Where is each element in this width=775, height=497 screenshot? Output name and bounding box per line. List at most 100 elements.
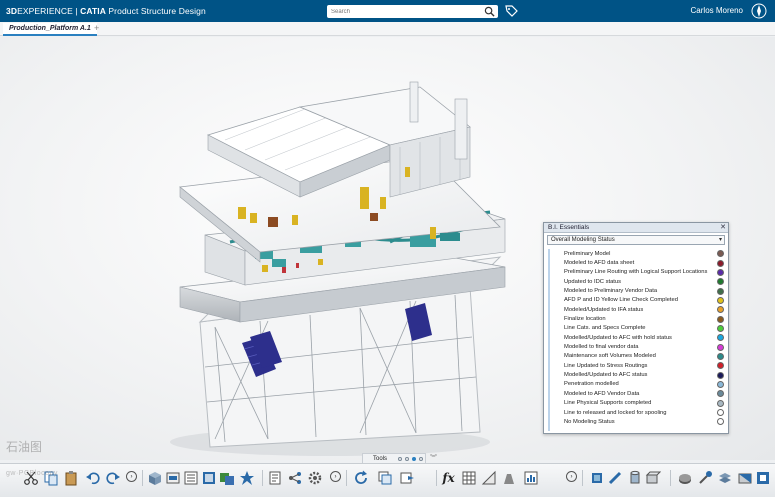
render-icon[interactable]: [200, 469, 217, 486]
cube-icon[interactable]: [146, 469, 163, 486]
analysis-icon[interactable]: [522, 469, 539, 486]
legend-item-label: AFD P and ID Yellow Line Check Completed: [564, 297, 678, 304]
legend-item[interactable]: No Modeling Status: [564, 417, 726, 426]
legend-item[interactable]: Updated to IDC status: [564, 277, 726, 286]
bi-panel-title-text: B.I. Essentials: [548, 224, 590, 231]
legend-item[interactable]: Modeled to Preliminary Vendor Data: [564, 286, 726, 295]
stack-icon[interactable]: [716, 469, 733, 486]
legend-item[interactable]: Preliminary Model: [564, 249, 726, 258]
bi-essentials-panel[interactable]: B.I. Essentials ✕ Overall Modeling Statu…: [543, 222, 729, 434]
legend-color-swatch: [717, 306, 724, 314]
tools-tab[interactable]: Tools: [362, 453, 426, 463]
pipe-icon[interactable]: [588, 469, 605, 486]
top-bar: 3DEXPERIENCE | CATIA Product Structure D…: [0, 0, 775, 22]
table-icon[interactable]: [460, 469, 477, 486]
legend-item[interactable]: Modelled to final vendor data: [564, 342, 726, 351]
structure-icon[interactable]: [286, 469, 303, 486]
legend-item-label: Line Cats. and Specs Complete: [564, 325, 646, 332]
legend-item-label: Modelled/Updated to AFC with hold status: [564, 334, 672, 341]
legend-item[interactable]: Modeled to AFD Vendor Data: [564, 389, 726, 398]
legend-item[interactable]: Modelled/Updated to AFC with hold status: [564, 333, 726, 342]
tab-production-platform[interactable]: Production_Platform A.1: [3, 23, 97, 36]
pen-icon[interactable]: [606, 469, 623, 486]
cylinder-icon[interactable]: [626, 469, 643, 486]
refresh-icon[interactable]: [352, 469, 369, 486]
solid-icon[interactable]: [644, 469, 661, 486]
material-icon[interactable]: [676, 469, 693, 486]
watermark-logo: 石油图: [6, 440, 43, 454]
legend-item[interactable]: Finalize location: [564, 314, 726, 323]
legend-item[interactable]: Modeled to AFD data sheet: [564, 258, 726, 267]
paste-icon[interactable]: [62, 469, 79, 486]
legend-item-label: Modelled to final vendor data: [564, 344, 639, 351]
measure-icon[interactable]: [480, 469, 497, 486]
chevron-down-icon[interactable]: ︾: [430, 453, 437, 463]
properties-icon[interactable]: [266, 469, 283, 486]
legend-item[interactable]: Line Cats. and Specs Complete: [564, 324, 726, 333]
legend-item-label: Modelled/Updated to AFC status: [564, 372, 648, 379]
legend-item[interactable]: Penetration modelled: [564, 380, 726, 389]
tag-icon[interactable]: [504, 4, 518, 18]
legend-item[interactable]: AFD P and ID Yellow Line Check Completed: [564, 296, 726, 305]
legend-item-label: Penetration modelled: [564, 381, 619, 388]
more-icon[interactable]: ›: [126, 471, 137, 482]
brand-role: Product Structure Design: [105, 6, 206, 16]
export-icon[interactable]: [398, 469, 415, 486]
legend-item-label: Modeled to AFD data sheet: [564, 260, 635, 267]
legend-item-label: Modeled to AFD Vendor Data: [564, 390, 640, 397]
legend-item[interactable]: Modeled/Updated to IFA status: [564, 305, 726, 314]
legend-color-swatch: [717, 334, 724, 342]
legend-item[interactable]: Line Physical Supports completed: [564, 399, 726, 408]
cross-section-icon[interactable]: [736, 469, 753, 486]
more-icon[interactable]: ›: [566, 471, 577, 482]
legend-item[interactable]: Line to released and locked for spooling: [564, 408, 726, 417]
legend-item-label: Maintenance soft Volumes Modeled: [564, 353, 656, 360]
legend-color-swatch: [717, 380, 724, 388]
legend-item[interactable]: Modelled/Updated to AFC status: [564, 370, 726, 379]
legend-item[interactable]: Preliminary Line Routing with Logical Su…: [564, 268, 726, 277]
formula-icon[interactable]: fx: [440, 469, 457, 486]
bi-panel-title[interactable]: B.I. Essentials ✕: [544, 223, 728, 233]
tree-icon[interactable]: [182, 469, 199, 486]
paint-icon[interactable]: [696, 469, 713, 486]
legend-color-swatch: [717, 296, 724, 304]
mass-icon[interactable]: [500, 469, 517, 486]
legend-color-swatch: [717, 315, 724, 323]
legend-item[interactable]: Line Updated to Stress Routings: [564, 361, 726, 370]
user-name[interactable]: Carlos Moreno: [691, 6, 743, 15]
undo-icon[interactable]: [84, 469, 101, 486]
search-box[interactable]: [327, 5, 498, 18]
chevron-down-icon[interactable]: ▾: [719, 236, 722, 245]
more-icon[interactable]: ›: [330, 471, 341, 482]
shading-icon[interactable]: [754, 469, 771, 486]
search-input[interactable]: [327, 6, 477, 17]
tools-page-dot[interactable]: [412, 456, 417, 461]
legend-item-label: Modeled to Preliminary Vendor Data: [564, 288, 658, 295]
legend-color-swatch: [717, 259, 724, 267]
legend-color-swatch: [717, 371, 724, 379]
insert-icon[interactable]: [164, 469, 181, 486]
bi-status-dropdown[interactable]: Overall Modeling Status ▾: [547, 235, 725, 245]
search-icon[interactable]: [484, 6, 495, 17]
legend-item[interactable]: Maintenance soft Volumes Modeled: [564, 352, 726, 361]
toolbar-divider: [262, 470, 263, 486]
compass-icon[interactable]: [751, 3, 767, 19]
render-mode-icon[interactable]: [218, 469, 235, 486]
add-tab-button[interactable]: +: [94, 23, 99, 33]
brand-3d: 3D: [6, 6, 18, 16]
toolbar-divider: [670, 470, 671, 486]
legend-item-label: Updated to IDC status: [564, 278, 622, 285]
view-icon[interactable]: [376, 469, 393, 486]
tools-pager[interactable]: [398, 456, 424, 461]
bi-selected-option: Overall Modeling Status: [551, 237, 615, 243]
settings-icon[interactable]: [306, 469, 323, 486]
legend-item-label: Line Updated to Stress Routings: [564, 362, 648, 369]
legend-color-swatch: [717, 390, 724, 398]
favorite-icon[interactable]: [238, 469, 255, 486]
close-icon[interactable]: ✕: [720, 223, 726, 233]
redo-icon[interactable]: [104, 469, 121, 486]
tools-page-dot[interactable]: [398, 456, 403, 461]
tools-page-dot[interactable]: [419, 456, 424, 461]
action-bar: › › fx ›: [0, 463, 775, 497]
tools-page-dot[interactable]: [405, 456, 410, 461]
